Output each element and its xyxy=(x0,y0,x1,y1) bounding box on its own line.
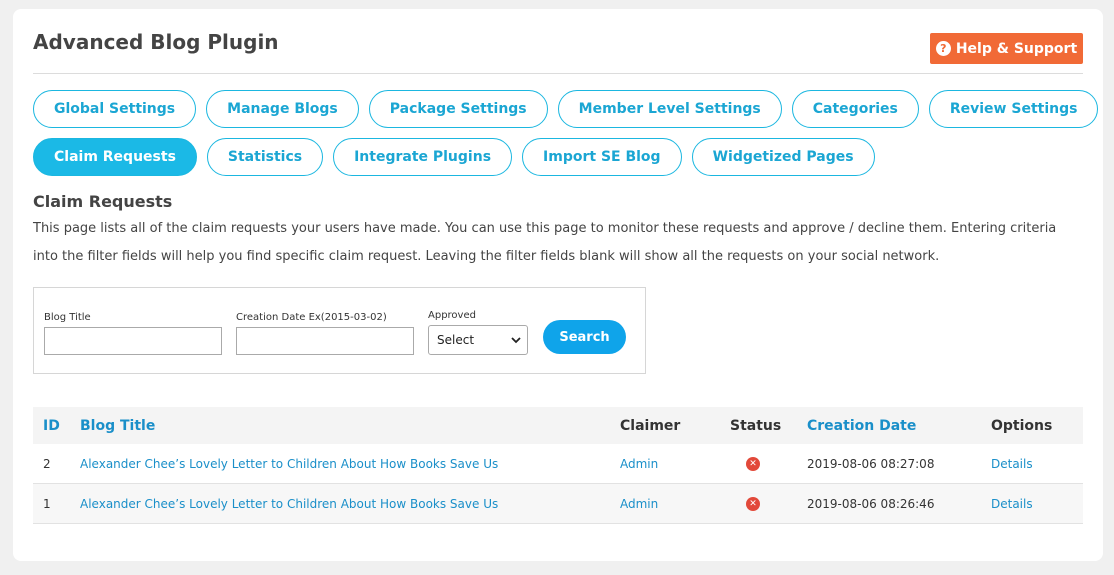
row-id: 2 xyxy=(43,456,51,471)
creation-date-filter-input[interactable] xyxy=(236,327,414,355)
row-details-link[interactable]: Details xyxy=(991,444,1033,483)
help-support-button[interactable]: ? Help & Support xyxy=(930,33,1083,64)
tab-package-settings[interactable]: Package Settings xyxy=(368,90,548,128)
filter-form: Blog Title Creation Date Ex(2015-03-02) … xyxy=(33,287,646,374)
tab-statistics[interactable]: Statistics xyxy=(206,138,324,176)
row-status: ✕ xyxy=(746,484,760,523)
chevron-down-icon xyxy=(511,336,521,343)
tab-widgetized-pages[interactable]: Widgetized Pages xyxy=(691,138,875,176)
row-id: 1 xyxy=(43,496,51,511)
approved-filter-select[interactable]: Select xyxy=(428,325,528,355)
blog-title-filter-input[interactable] xyxy=(44,327,222,355)
page-title: Advanced Blog Plugin xyxy=(33,30,279,54)
declined-x-icon: ✕ xyxy=(746,496,760,511)
settings-tabs: Global Settings Manage Blogs Package Set… xyxy=(33,90,1099,186)
table-header: ID Blog Title Claimer Status Creation Da… xyxy=(33,407,1083,444)
row-status: ✕ xyxy=(746,444,760,483)
row-blog-title-link[interactable]: Alexander Chee’s Lovely Letter to Childr… xyxy=(80,484,498,523)
approved-selected-value: Select xyxy=(437,333,475,347)
tab-categories[interactable]: Categories xyxy=(791,90,919,128)
table-row: 1 Alexander Chee’s Lovely Letter to Chil… xyxy=(33,484,1083,524)
tab-manage-blogs[interactable]: Manage Blogs xyxy=(206,90,359,128)
help-support-label: Help & Support xyxy=(955,40,1078,57)
tab-row-2: Claim Requests Statistics Integrate Plug… xyxy=(33,138,1093,176)
page-header: Advanced Blog Plugin ? Help & Support xyxy=(33,9,1083,74)
blog-title-filter-label: Blog Title xyxy=(44,312,91,323)
header-options: Options xyxy=(991,417,1053,434)
tab-row-1: Global Settings Manage Blogs Package Set… xyxy=(33,90,1099,128)
row-creation-date: 2019-08-06 08:27:08 xyxy=(807,456,935,471)
tab-global-settings[interactable]: Global Settings xyxy=(33,90,197,128)
header-status: Status xyxy=(730,417,782,434)
header-id[interactable]: ID xyxy=(43,407,60,444)
header-creation-date[interactable]: Creation Date xyxy=(807,407,916,444)
tab-claim-requests[interactable]: Claim Requests xyxy=(33,138,197,176)
claim-requests-table: ID Blog Title Claimer Status Creation Da… xyxy=(33,407,1083,524)
tab-integrate-plugins[interactable]: Integrate Plugins xyxy=(333,138,513,176)
tab-review-settings[interactable]: Review Settings xyxy=(928,90,1099,128)
section-title: Claim Requests xyxy=(33,192,173,211)
question-circle-icon: ? xyxy=(935,41,951,56)
section-description: This page lists all of the claim request… xyxy=(33,221,1057,264)
row-claimer-link[interactable]: Admin xyxy=(620,444,658,483)
header-blog-title[interactable]: Blog Title xyxy=(80,407,155,444)
search-button[interactable]: Search xyxy=(543,320,626,354)
main-card: Advanced Blog Plugin ? Help & Support Gl… xyxy=(13,9,1103,561)
header-claimer: Claimer xyxy=(620,417,681,434)
tab-member-level-settings[interactable]: Member Level Settings xyxy=(557,90,782,128)
table-row: 2 Alexander Chee’s Lovely Letter to Chil… xyxy=(33,444,1083,484)
row-details-link[interactable]: Details xyxy=(991,484,1033,523)
row-creation-date: 2019-08-06 08:26:46 xyxy=(807,496,935,511)
approved-filter-label: Approved xyxy=(428,310,476,321)
creation-date-filter-label: Creation Date Ex(2015-03-02) xyxy=(236,312,387,323)
row-blog-title-link[interactable]: Alexander Chee’s Lovely Letter to Childr… xyxy=(80,444,498,483)
row-claimer-link[interactable]: Admin xyxy=(620,484,658,523)
declined-x-icon: ✕ xyxy=(746,456,760,471)
tab-import-se-blog[interactable]: Import SE Blog xyxy=(522,138,682,176)
